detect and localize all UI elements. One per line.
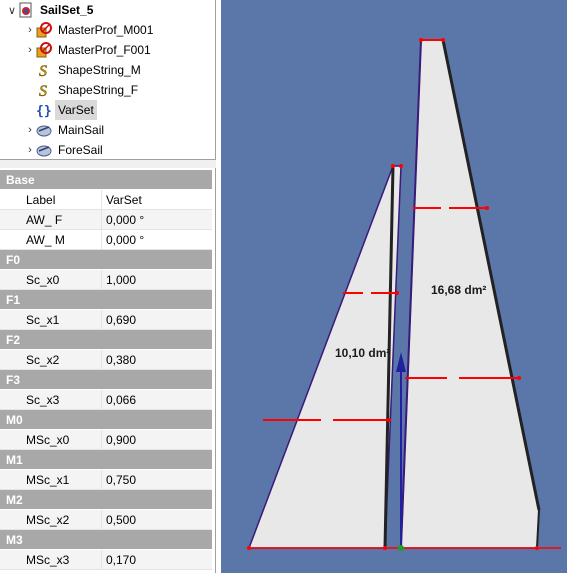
tree-root-sailset[interactable]: ∨ SailSet_5 (6, 0, 93, 20)
model-tree: ∨ SailSet_5 › MasterProf_M001 › MasterPr… (0, 0, 216, 160)
property-editor: Base Label VarSet AW_ F 0,000 ° AW_ M 0,… (0, 168, 216, 573)
tree-root-label: SailSet_5 (40, 3, 94, 17)
tree-item-label: VarSet (55, 100, 97, 120)
property-row-aw-m[interactable]: AW_ M 0,000 ° (0, 230, 212, 250)
3d-viewport[interactable]: 10,10 dm² 16,68 dm² (221, 0, 567, 573)
property-value[interactable]: 0,690 (102, 310, 212, 330)
varset-icon: {} (36, 102, 52, 118)
chevron-right-icon[interactable]: › (24, 40, 36, 60)
profile-object-icon (36, 22, 52, 38)
property-row-aw-f[interactable]: AW_ F 0,000 ° (0, 210, 212, 230)
property-value[interactable]: 0,000 ° (102, 230, 212, 250)
property-group-f3[interactable]: F3 (0, 370, 212, 390)
chevron-right-icon[interactable]: › (24, 20, 36, 40)
sailset-document-icon (18, 2, 34, 18)
property-row-label[interactable]: Label VarSet (0, 190, 212, 210)
property-row-msc-x3[interactable]: MSc_x3 0,170 (0, 550, 212, 570)
property-key: Sc_x3 (0, 390, 102, 410)
property-key: Label (0, 190, 102, 210)
svg-text:S: S (39, 63, 47, 78)
tree-item-shapestring-f[interactable]: S ShapeString_F (24, 80, 138, 100)
property-value[interactable]: 0,380 (102, 350, 212, 370)
property-row-sc-x3[interactable]: Sc_x3 0,066 (0, 390, 212, 410)
sail-drawing: 10,10 dm² 16,68 dm² (247, 38, 561, 551)
property-group-f2[interactable]: F2 (0, 330, 212, 350)
chevron-right-icon[interactable]: › (24, 120, 36, 140)
property-key: MSc_x2 (0, 510, 102, 530)
tree-item-masterprof-f001[interactable]: › MasterProf_F001 (24, 40, 151, 60)
tree-item-shapestring-m[interactable]: S ShapeString_M (24, 60, 141, 80)
property-value[interactable]: 0,500 (102, 510, 212, 530)
property-key: AW_ M (0, 230, 102, 250)
origin-point (398, 545, 404, 551)
property-row-sc-x1[interactable]: Sc_x1 0,690 (0, 310, 212, 330)
property-row-msc-x0[interactable]: MSc_x0 0,900 (0, 430, 212, 450)
property-row-msc-x1[interactable]: MSc_x1 0,750 (0, 470, 212, 490)
tree-item-varset[interactable]: {} VarSet (24, 100, 97, 120)
property-key: MSc_x1 (0, 470, 102, 490)
mainsail-area-label: 16,68 dm² (431, 283, 486, 297)
sail-object-icon (36, 122, 52, 138)
shapestring-icon: S (36, 82, 52, 98)
profile-object-icon (36, 42, 52, 58)
tree-item-mainsail[interactable]: › MainSail (24, 120, 104, 140)
property-key: AW_ F (0, 210, 102, 230)
property-value[interactable]: 0,900 (102, 430, 212, 450)
property-group-m2[interactable]: M2 (0, 490, 212, 510)
property-row-sc-x0[interactable]: Sc_x0 1,000 (0, 270, 212, 290)
tree-item-label: MasterProf_M001 (58, 23, 154, 37)
property-key: Sc_x1 (0, 310, 102, 330)
svg-text:{}: {} (36, 104, 52, 118)
tree-item-label: ShapeString_M (58, 63, 141, 77)
chevron-right-icon[interactable]: › (24, 140, 36, 160)
tree-item-label: ShapeString_F (58, 83, 139, 97)
chevron-down-icon[interactable]: ∨ (6, 0, 18, 20)
panel-splitter[interactable] (0, 160, 216, 168)
property-value[interactable]: 0,750 (102, 470, 212, 490)
shapestring-icon: S (36, 62, 52, 78)
foresail-area-label: 10,10 dm² (335, 346, 390, 360)
property-group-base[interactable]: Base (0, 170, 212, 190)
property-row-sc-x2[interactable]: Sc_x2 0,380 (0, 350, 212, 370)
property-group-m1[interactable]: M1 (0, 450, 212, 470)
property-value[interactable]: VarSet (102, 190, 212, 210)
property-group-f1[interactable]: F1 (0, 290, 212, 310)
property-group-m3[interactable]: M3 (0, 530, 212, 550)
tree-item-label: MasterProf_F001 (58, 43, 151, 57)
property-key: Sc_x0 (0, 270, 102, 290)
tree-item-label: MainSail (58, 123, 105, 137)
tree-item-label: ForeSail (58, 143, 103, 157)
tree-item-masterprof-m001[interactable]: › MasterProf_M001 (24, 20, 153, 40)
property-value[interactable]: 0,066 (102, 390, 212, 410)
property-value[interactable]: 0,000 ° (102, 210, 212, 230)
property-key: MSc_x0 (0, 430, 102, 450)
property-key: MSc_x3 (0, 550, 102, 570)
sail-object-icon (36, 142, 52, 158)
svg-text:S: S (39, 83, 47, 98)
property-group-f0[interactable]: F0 (0, 250, 212, 270)
property-row-msc-x2[interactable]: MSc_x2 0,500 (0, 510, 212, 530)
property-group-m0[interactable]: M0 (0, 410, 212, 430)
tree-item-foresail[interactable]: › ForeSail (24, 140, 103, 160)
property-value[interactable]: 0,170 (102, 550, 212, 570)
property-value[interactable]: 1,000 (102, 270, 212, 290)
property-key: Sc_x2 (0, 350, 102, 370)
